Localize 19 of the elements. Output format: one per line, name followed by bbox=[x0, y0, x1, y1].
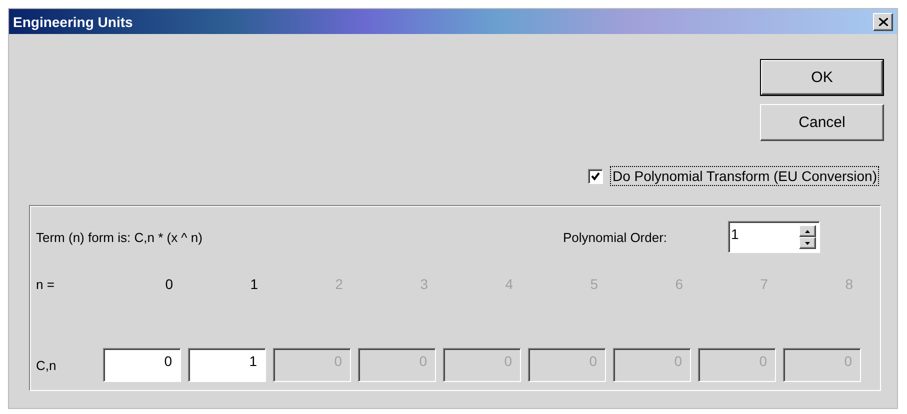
up-arrow-icon[interactable] bbox=[805, 230, 810, 232]
close-icon bbox=[878, 18, 888, 26]
ok-button[interactable]: OK bbox=[761, 60, 883, 95]
cancel-button[interactable]: Cancel bbox=[760, 104, 884, 141]
coefficient-label: C,n bbox=[36, 358, 58, 372]
down-arrow-icon[interactable] bbox=[805, 242, 810, 244]
coefficient-field[interactable]: 0 bbox=[103, 348, 181, 382]
coefficient-field[interactable]: 1 bbox=[188, 348, 266, 382]
order-value: 1 bbox=[730, 225, 740, 244]
n-label: n = bbox=[36, 276, 56, 292]
formula-label: Term (n) form is: C,n * (x ^ n) bbox=[36, 230, 204, 244]
checkbox[interactable] bbox=[588, 168, 604, 184]
term-index: 1 bbox=[249, 276, 259, 292]
window-title: Engineering Units bbox=[13, 14, 133, 30]
close-button[interactable] bbox=[873, 12, 893, 30]
term-index: 0 bbox=[164, 276, 174, 292]
checkbox-label[interactable]: Do Polynomial Transform (EU Conversion) bbox=[611, 167, 878, 185]
order-spinner[interactable]: 1 bbox=[728, 221, 820, 253]
order-label: Polynomial Order: bbox=[563, 230, 668, 244]
